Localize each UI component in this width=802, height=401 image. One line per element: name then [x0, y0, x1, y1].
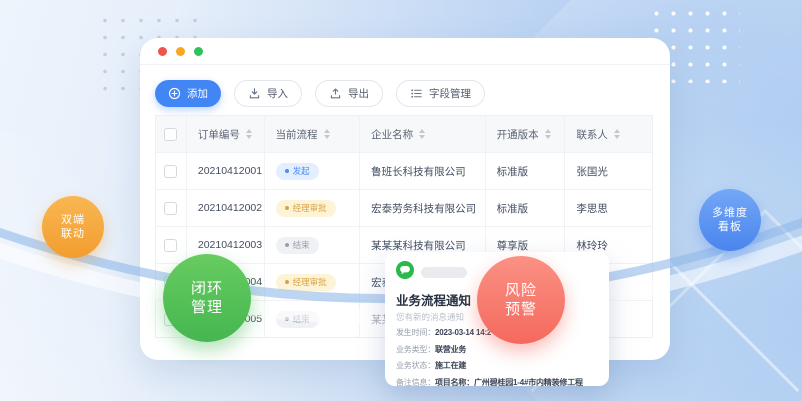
sort-arrows-icon[interactable] [419, 129, 425, 139]
status-badge: 结束 [276, 237, 319, 254]
add-button[interactable]: 添加 [155, 80, 221, 107]
import-button-label: 导入 [267, 86, 288, 101]
export-button[interactable]: 导出 [315, 80, 383, 107]
select-all-checkbox[interactable] [164, 128, 177, 141]
notification-field: 业务类型： 联营业务 [396, 344, 599, 357]
import-button[interactable]: 导入 [234, 80, 302, 107]
order-number: 20210412002 [187, 190, 265, 226]
download-tray-icon [248, 87, 261, 100]
marketing-scene: 添加 导入 导出 字段管理 订单编号 当前流程 企业名称 开通版本 [0, 0, 802, 401]
badge-line: 看板 [718, 220, 742, 234]
plus-circle-icon [168, 87, 181, 100]
field-label: 发生时间： [396, 327, 435, 340]
field-label: 业务状态： [396, 360, 435, 373]
header-company-name: 企业名称 [371, 127, 413, 142]
feature-badge-risk-warning: 风险 预警 [477, 256, 565, 344]
company-name: 鲁班长科技有限公司 [360, 153, 485, 189]
sort-arrows-icon[interactable] [324, 129, 330, 139]
table-header-row: 订单编号 当前流程 企业名称 开通版本 联系人 [156, 116, 652, 152]
order-number: 20210412001 [187, 153, 265, 189]
row-checkbox[interactable] [164, 165, 177, 178]
badge-line: 预警 [505, 300, 537, 320]
contact: 张国光 [565, 153, 652, 189]
titlebar [140, 38, 670, 65]
chat-bubble-icon [396, 261, 414, 284]
sort-arrows-icon[interactable] [614, 129, 620, 139]
field-management-button-label: 字段管理 [429, 86, 471, 101]
row-checkbox[interactable] [164, 239, 177, 252]
add-button-label: 添加 [187, 86, 208, 101]
status-badge: 经理审批 [276, 200, 336, 217]
status-badge: 经理审批 [276, 274, 336, 291]
header-version: 开通版本 [497, 127, 539, 142]
header-order-number: 订单编号 [198, 127, 240, 142]
status-badge: 结束 [276, 311, 319, 328]
badge-line: 多维度 [712, 206, 748, 220]
field-value: 项目名称：广州碧桂园1-4#市内精装修工程 [435, 377, 583, 387]
sender-name-placeholder [421, 267, 467, 278]
version: 标准版 [486, 190, 566, 226]
field-label: 备注信息： [396, 377, 435, 387]
contact: 李思思 [565, 190, 652, 226]
company-name: 宏泰劳务科技有限公司 [360, 190, 485, 226]
header-contact: 联系人 [576, 127, 608, 142]
field-value: 施工在建 [435, 360, 466, 373]
feature-badge-multi-dashboard: 多维度 看板 [699, 189, 761, 251]
feature-badge-dual-linkage: 双端 联动 [42, 196, 104, 258]
list-icon [410, 87, 423, 100]
minimize-window-icon[interactable] [176, 47, 185, 56]
badge-line: 风险 [505, 281, 537, 301]
table-row: 20210412002 经理审批 宏泰劳务科技有限公司 标准版 李思思 [156, 189, 652, 226]
close-window-icon[interactable] [158, 47, 167, 56]
version: 标准版 [486, 153, 566, 189]
status-badge: 发起 [276, 163, 319, 180]
sort-arrows-icon[interactable] [246, 129, 252, 139]
feature-badge-closed-loop: 闭环 管理 [163, 254, 251, 342]
notification-field: 备注信息： 项目名称：广州碧桂园1-4#市内精装修工程 [396, 377, 599, 387]
sort-arrows-icon[interactable] [545, 129, 551, 139]
table-row: 20210412001 发起 鲁班长科技有限公司 标准版 张国光 [156, 152, 652, 189]
row-checkbox[interactable] [164, 202, 177, 215]
badge-line: 联动 [61, 227, 85, 241]
field-value: 2023-03-14 14:2 [435, 327, 491, 340]
notification-field: 业务状态： 施工在建 [396, 360, 599, 373]
toolbar: 添加 导入 导出 字段管理 [155, 80, 485, 107]
badge-line: 闭环 [191, 279, 223, 299]
badge-line: 管理 [191, 298, 223, 318]
upload-tray-icon [329, 87, 342, 100]
field-value: 联营业务 [435, 344, 466, 357]
badge-line: 双端 [61, 213, 85, 227]
zoom-window-icon[interactable] [194, 47, 203, 56]
export-button-label: 导出 [348, 86, 369, 101]
field-label: 业务类型： [396, 344, 435, 357]
header-current-flow: 当前流程 [276, 127, 318, 142]
field-management-button[interactable]: 字段管理 [396, 80, 485, 107]
